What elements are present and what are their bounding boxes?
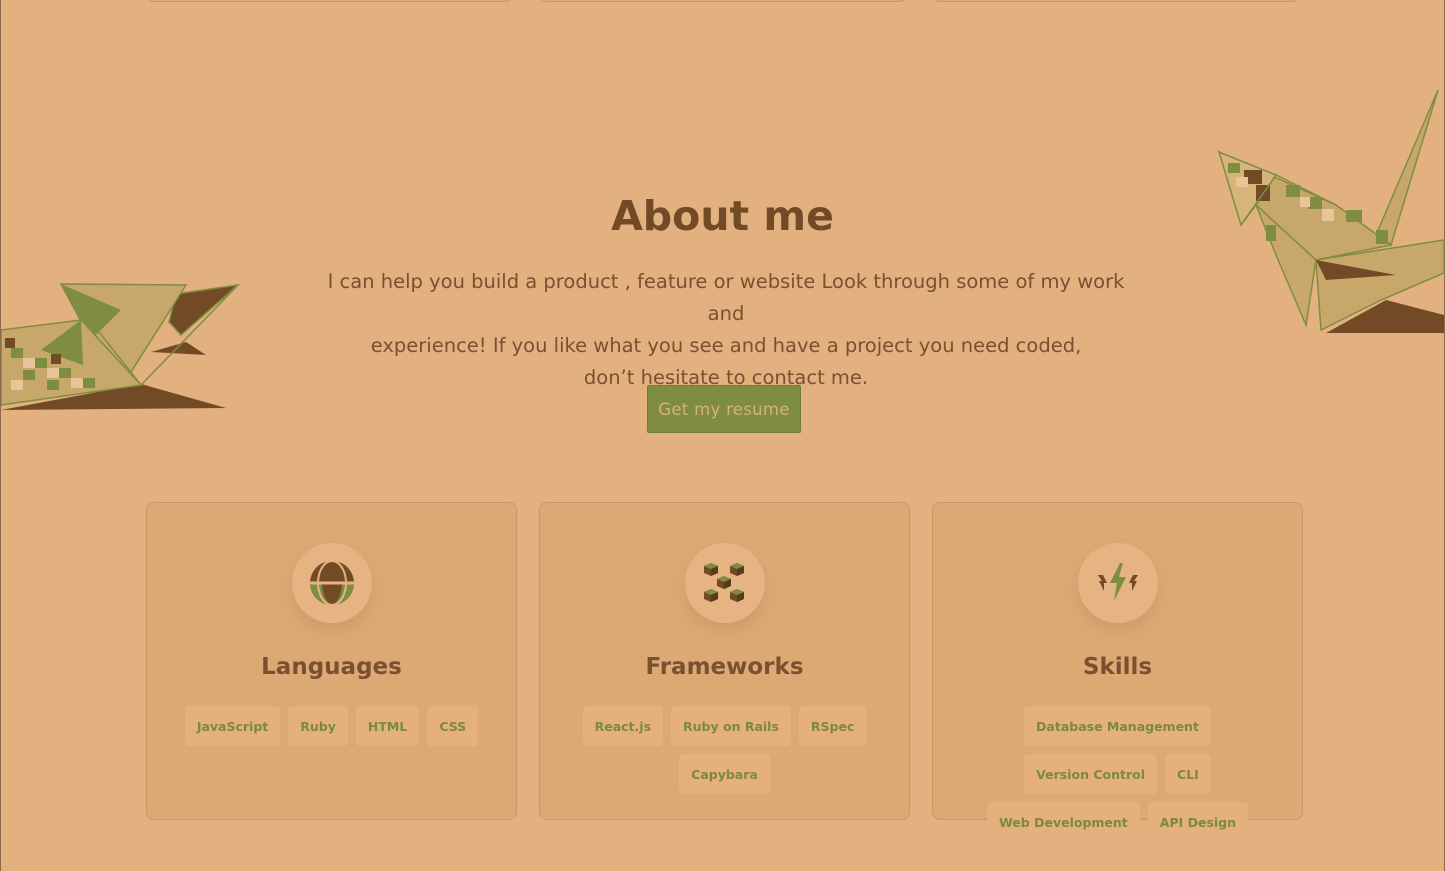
previous-card-3 <box>932 0 1300 2</box>
card-title: Skills <box>1082 654 1153 680</box>
about-title: About me <box>611 192 834 240</box>
previous-card-2 <box>539 0 907 2</box>
intro-line: I can help you build a product , feature… <box>327 270 1125 325</box>
intro-line: experience! If you like what you see and… <box>370 334 1082 357</box>
skills-card: Skills Database Management Version Contr… <box>932 502 1303 842</box>
tag: RSpec <box>798 706 867 746</box>
tag: HTML <box>355 706 420 746</box>
tag: Database Management <box>1024 706 1211 746</box>
tag-list: React.js Ruby on Rails RSpec Capybara <box>570 706 879 794</box>
tag: Capybara <box>679 754 770 794</box>
tag: Ruby on Rails <box>671 706 791 746</box>
card-title: Languages <box>261 654 402 680</box>
tag: Web Development <box>986 802 1140 842</box>
tag-list: JavaScript Ruby HTML CSS <box>177 706 486 746</box>
globe-icon <box>292 543 372 623</box>
tag: CLI <box>1165 754 1211 794</box>
previous-card-1 <box>146 0 514 2</box>
tag: JavaScript <box>184 706 281 746</box>
about-intro: I can help you build a product , feature… <box>311 266 1141 394</box>
lightning-icon <box>1078 543 1158 623</box>
tag: CSS <box>427 706 479 746</box>
tag-list: Database Management Version Control CLI … <box>963 706 1272 842</box>
origami-left-decoration <box>1 283 241 410</box>
get-resume-button[interactable]: Get my resume <box>647 385 801 433</box>
languages-card: Languages JavaScript Ruby HTML CSS <box>146 502 517 820</box>
tag: API Design <box>1147 802 1249 842</box>
frameworks-card: Frameworks React.js Ruby on Rails RSpec … <box>539 502 910 820</box>
cubes-icon <box>685 543 765 623</box>
tag: Ruby <box>288 706 348 746</box>
tag: Version Control <box>1024 754 1158 794</box>
card-title: Frameworks <box>645 654 804 680</box>
tag: React.js <box>582 706 664 746</box>
